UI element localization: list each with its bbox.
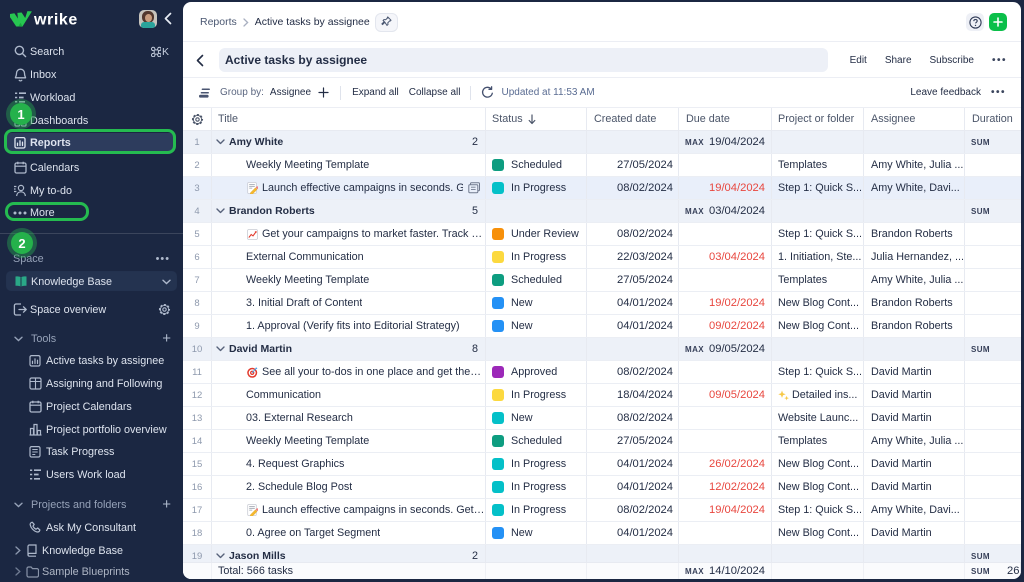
svg-text:wrike: wrike [34,12,78,29]
